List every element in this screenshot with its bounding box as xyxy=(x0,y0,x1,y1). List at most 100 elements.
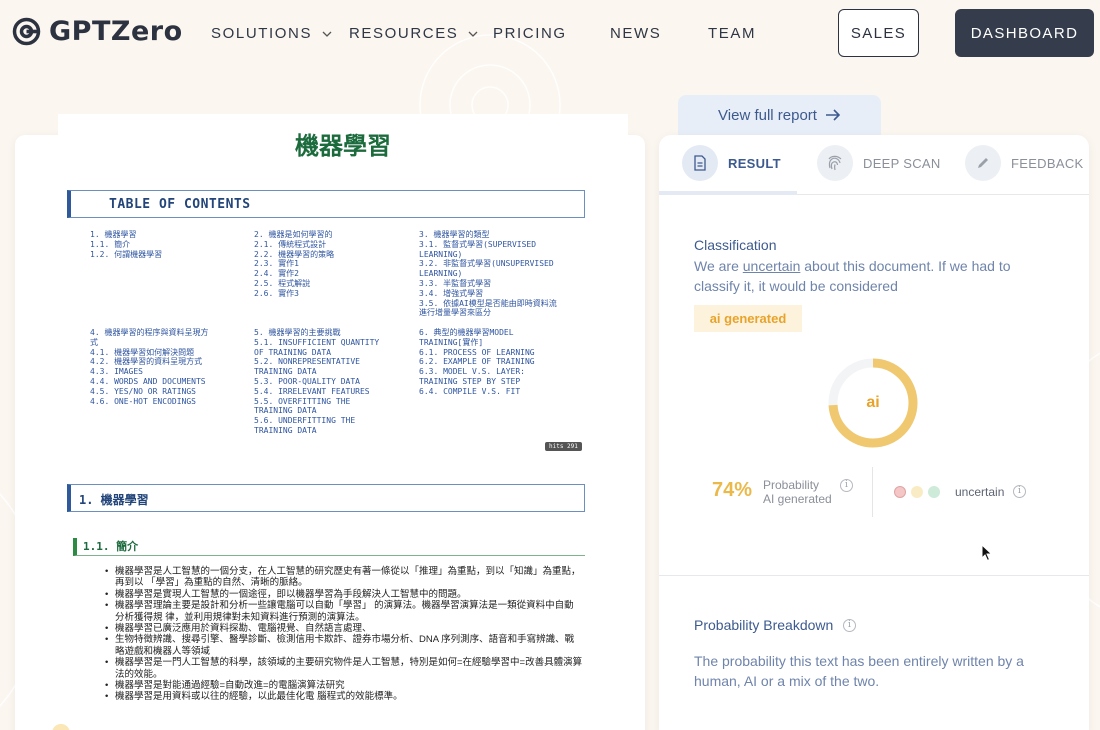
document-preview[interactable]: 機器學習 TABLE OF CONTENTS 1. 機器學習 1.1. 簡介 1.2… xyxy=(58,114,628,716)
toc-entry[interactable]: 3.3. 半監督式學習 xyxy=(419,279,557,289)
toc-entry[interactable]: 4.2. 機器學習的資料呈現方式 xyxy=(90,357,208,367)
toc-entry[interactable]: 2.5. 程式解說 xyxy=(254,279,379,289)
info-icon[interactable]: i xyxy=(840,479,853,492)
result-tabs: RESULT DEEP SCAN FEEDBACK xyxy=(659,135,1089,195)
toc-entry[interactable]: 式 xyxy=(90,338,208,348)
toc-entry[interactable]: 3.5. 依據AI模型是否能由即時資料流 xyxy=(419,299,557,309)
document-card-bottom xyxy=(15,716,645,730)
toc-entry xyxy=(90,269,208,279)
list-item: 機器學習已廣泛應用於資料探勘、電腦視覺、自然語言處理、 xyxy=(103,623,583,635)
toc-entry[interactable]: 1.2. 何謂機器學習 xyxy=(90,250,208,260)
nav-news[interactable]: NEWS xyxy=(610,25,661,42)
toc-entry[interactable]: LEARNING) xyxy=(419,269,557,279)
toc-entry[interactable]: 3. 機器學習的類型 xyxy=(419,230,557,240)
toc-entry[interactable]: 5.3. POOR-QUALITY DATA xyxy=(254,377,379,387)
uncertain-label: uncertain xyxy=(955,485,1005,499)
list-item: 機器學習是實現人工智慧的一個途徑，即以機器學習為手段解決人工智慧中的問題。 xyxy=(103,589,583,601)
toc-entry xyxy=(90,259,208,269)
toc-entry[interactable]: 5.2. NONREPRESENTATIVE xyxy=(254,357,379,367)
toc-entry[interactable]: 4.4. WORDS AND DOCUMENTS xyxy=(90,377,208,387)
nav-solutions-label: SOLUTIONS xyxy=(211,25,313,42)
toc-entry[interactable]: 5.5. OVERFITTING THE xyxy=(254,397,379,407)
list-item: 生物特徵辨識、搜尋引擎、醫學診斷、檢測信用卡欺詐、證券市場分析、DNA 序列測序… xyxy=(103,634,583,657)
toc-entry xyxy=(254,299,379,309)
toc-entry[interactable]: TRAINING DATA xyxy=(254,426,379,436)
arrow-right-icon xyxy=(825,109,841,121)
toc-entry[interactable]: 3.1. 監督式學習(SUPERVISED xyxy=(419,240,557,250)
toc-entry[interactable]: 6. 典型的機器學習MODEL xyxy=(419,328,557,338)
probability-label-line2: AI generated xyxy=(763,492,832,506)
toc-entry[interactable]: 3.2. 非監督式學習(UNSUPERVISED xyxy=(419,259,557,269)
top-navigation: GPTZero SOLUTIONS RESOURCES PRICING NEWS… xyxy=(0,0,1100,66)
toc-entry[interactable]: 2.1. 傳統程式設計 xyxy=(254,240,379,250)
list-item: 機器學習是人工智慧的一個分支，在人工智慧的研究歷史有著一條從以「推理」為重點，到… xyxy=(103,566,583,589)
gptzero-logo-icon xyxy=(12,17,41,46)
info-icon[interactable]: i xyxy=(843,619,856,632)
toc-entry[interactable]: 4.3. IMAGES xyxy=(90,367,208,377)
toc-entry[interactable]: 5.4. IRRELEVANT FEATURES xyxy=(254,387,379,397)
toc-entry[interactable]: 2.6. 實作3 xyxy=(254,289,379,299)
tab-result[interactable]: RESULT xyxy=(682,145,781,181)
uncertain-link[interactable]: uncertain xyxy=(743,258,801,274)
sales-button[interactable]: SALES xyxy=(838,9,919,57)
tab-deep-scan[interactable]: DEEP SCAN xyxy=(817,145,941,181)
toc-entry[interactable]: 6.1. PROCESS OF LEARNING xyxy=(419,348,557,358)
probability-label: Probability AI generated xyxy=(763,478,832,506)
toc-entry[interactable]: 6.2. EXAMPLE OF TRAINING xyxy=(419,357,557,367)
toc-entry xyxy=(90,318,208,328)
toc-entry[interactable]: 4.1. 機器學習如何解決問題 xyxy=(90,348,208,358)
toc-entry[interactable]: 5.1. INSUFFICIENT QUANTITY xyxy=(254,338,379,348)
toc-entry[interactable]: TRAINING STEP BY STEP xyxy=(419,377,557,387)
toc-entry[interactable]: 2.2. 機器學習的策略 xyxy=(254,250,379,260)
toc-entry[interactable]: OF TRAINING DATA xyxy=(254,348,379,358)
toc-entry[interactable]: TRAINING DATA xyxy=(254,367,379,377)
toc-entry xyxy=(254,318,379,328)
document-icon xyxy=(682,145,718,181)
pencil-icon xyxy=(965,145,1001,181)
list-item: 機器學習是一門人工智慧的科學，該領域的主要研究物件是人工智慧，特別是如何=在經驗… xyxy=(103,657,583,680)
toc-title: TABLE OF CONTENTS xyxy=(109,197,251,212)
tab-deep-scan-label: DEEP SCAN xyxy=(863,155,941,171)
toc-entry xyxy=(90,279,208,289)
nav-pricing[interactable]: PRICING xyxy=(493,25,567,42)
toc-entry[interactable]: TRAINING DATA xyxy=(254,406,379,416)
result-panel: RESULT DEEP SCAN FEEDBACK Classification… xyxy=(659,135,1089,730)
classification-label: Classification xyxy=(694,237,777,253)
toc-entry[interactable]: 1.1. 簡介 xyxy=(90,240,208,250)
bullet-list: 機器學習是人工智慧的一個分支，在人工智慧的研究歷史有著一條從以「推理」為重點，到… xyxy=(103,566,583,703)
toc-entry[interactable]: 2.3. 實作1 xyxy=(254,259,379,269)
toc-entry[interactable]: 4.6. ONE-HOT ENCODINGS xyxy=(90,397,208,407)
document-title: 機器學習 xyxy=(295,131,391,160)
dashboard-button[interactable]: DASHBOARD xyxy=(955,9,1094,57)
probability-breakdown-label: Probability Breakdown xyxy=(694,617,833,633)
classification-text: We are uncertain about this document. If… xyxy=(694,256,1054,296)
toc-entry[interactable]: TRAINING[實作] xyxy=(419,338,557,348)
toc-entry[interactable]: 2.4. 實作2 xyxy=(254,269,379,279)
toc-entry[interactable]: 4.5. YES/NO OR RATINGS xyxy=(90,387,208,397)
toc-entry[interactable]: 6.4. COMPILE V.S. FIT xyxy=(419,387,557,397)
toc-entry[interactable]: 3.4. 增強式學習 xyxy=(419,289,557,299)
nav-solutions[interactable]: SOLUTIONS xyxy=(211,25,332,42)
toc-entry[interactable]: 5.6. UNDERFITTING THE xyxy=(254,416,379,426)
tab-feedback[interactable]: FEEDBACK xyxy=(965,145,1083,181)
dot-mixed xyxy=(911,486,923,498)
toc-entry[interactable]: 進行增量學習來區分 xyxy=(419,308,557,318)
toc-entry xyxy=(90,308,208,318)
toc-entry[interactable]: 4. 機器學習的程序與資料呈現方 xyxy=(90,328,208,338)
nav-resources[interactable]: RESOURCES xyxy=(349,25,478,42)
toc-entry[interactable]: 6.3. MODEL V.S. LAYER: xyxy=(419,367,557,377)
view-full-report-button[interactable]: View full report xyxy=(678,95,881,135)
mouse-cursor-icon xyxy=(981,544,993,562)
logo[interactable]: GPTZero xyxy=(12,16,183,47)
nav-team[interactable]: TEAM xyxy=(708,25,756,42)
toc-entry[interactable]: LEARNING) xyxy=(419,250,557,260)
toc-entry[interactable]: 2. 機器是如何學習的 xyxy=(254,230,379,240)
info-icon[interactable]: i xyxy=(1013,485,1026,498)
toc-entry[interactable]: 1. 機器學習 xyxy=(90,230,208,240)
subsection-heading: 1.1. 簡介 xyxy=(73,538,585,556)
toc-entry[interactable]: 5. 機器學習的主要挑戰 xyxy=(254,328,379,338)
toc-entry xyxy=(254,308,379,318)
probability-breakdown-text: The probability this text has been entir… xyxy=(694,653,1024,689)
view-full-report-label: View full report xyxy=(718,106,817,124)
chevron-down-icon xyxy=(468,31,478,37)
